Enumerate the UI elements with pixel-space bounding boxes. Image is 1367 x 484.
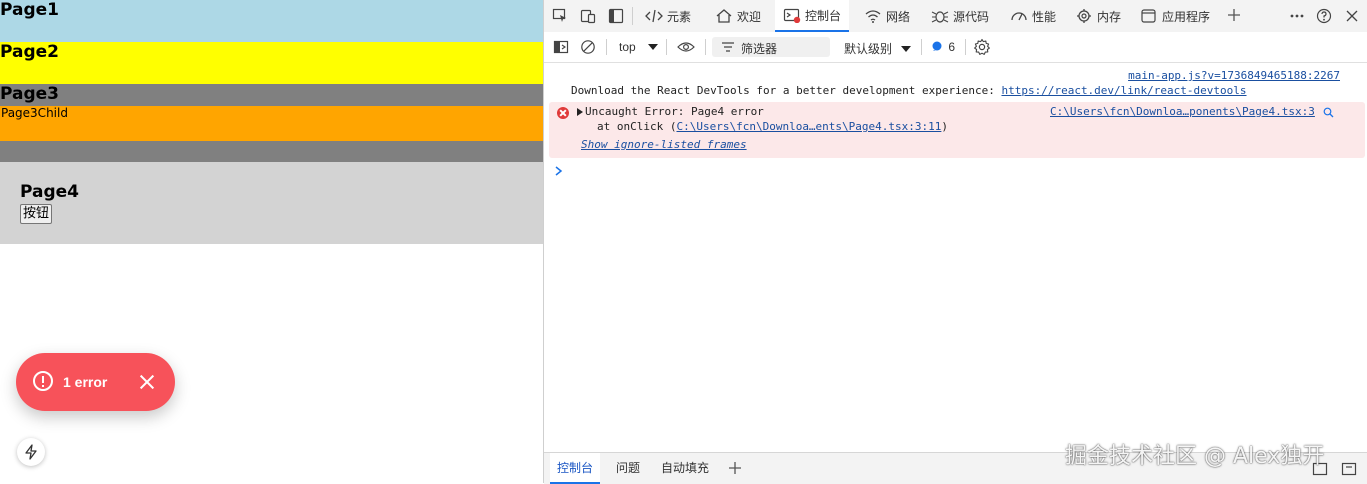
dock-side-icon[interactable] [608, 8, 624, 24]
console-message-error: Uncaught Error: Page4 error C:\Users\fcn… [549, 102, 1365, 158]
tab-performance[interactable]: 性能 [1010, 0, 1056, 32]
tab-label: 内存 [1097, 9, 1122, 24]
drawer-tab-console[interactable]: 控制台 [550, 453, 600, 484]
watermark: 掘金技术社区 @ Alex独开 [1065, 444, 1325, 469]
tab-application[interactable]: 应用程序 [1140, 0, 1210, 32]
message-text: Download the React DevTools for a better… [571, 84, 1002, 97]
page4-title: Page4 [20, 182, 80, 202]
tab-welcome[interactable]: 欢迎 [715, 0, 761, 32]
error-message: Uncaught Error: Page4 error [585, 105, 764, 118]
live-expression-eye-icon[interactable] [677, 39, 695, 55]
message-bubble-icon [932, 41, 942, 51]
divider [921, 39, 922, 55]
drawer-tab-autofill[interactable]: 自动填充 [661, 453, 709, 484]
stack-frame-link[interactable]: C:\Users\fcn\Downloa…ents\Page4.tsx:3:11 [676, 120, 941, 133]
close-drawer-icon[interactable] [1341, 461, 1357, 477]
page4-section: Page4 按钮 [0, 162, 543, 244]
stack-prefix: at onClick ( [597, 120, 677, 133]
show-ignored-frames-link[interactable]: Show ignore-listed frames [581, 138, 747, 151]
devtools-tabbar: 元素 欢迎 控制台 网络 源代码 性能 内存 应用程序 [544, 0, 1367, 33]
page3child-title: Page3Child [1, 106, 68, 120]
error-count-label: 1 error [63, 374, 108, 390]
lightning-icon [25, 444, 37, 460]
clear-console-icon[interactable] [580, 39, 596, 55]
app-viewport: Page1 Page2 Page3 Page3Child Page4 按钮 1 … [0, 0, 543, 483]
tab-sources[interactable]: 源代码 [931, 0, 989, 32]
bug-icon [931, 11, 949, 23]
tab-network[interactable]: 网络 [864, 0, 910, 32]
tab-label: 网络 [886, 9, 911, 24]
context-selector[interactable]: top [619, 40, 659, 54]
close-icon[interactable] [1344, 8, 1360, 24]
message-source-link[interactable]: main-app.js?v=1736849465188:2267 [1128, 69, 1340, 82]
devtools-panel: 元素 欢迎 控制台 网络 源代码 性能 内存 应用程序 top 筛选器 默认级别… [543, 0, 1367, 484]
page3-title: Page3 [0, 84, 60, 104]
page1-section: Page1 [0, 0, 543, 42]
caret-down-icon [648, 44, 659, 50]
divider [666, 39, 667, 55]
divider [965, 39, 966, 55]
error-icon [557, 107, 569, 119]
tab-elements[interactable]: 元素 [645, 0, 691, 32]
filter-icon [722, 42, 734, 52]
plus-icon[interactable] [1226, 7, 1242, 23]
tab-label: 性能 [1032, 9, 1057, 24]
stack-suffix: ) [941, 120, 949, 133]
chip-icon [1077, 9, 1091, 23]
app-window-icon [1141, 9, 1156, 23]
console-output: main-app.js?v=1736849465188:2267 Downloa… [544, 62, 1367, 452]
plus-icon[interactable] [728, 461, 742, 475]
react-devtools-link[interactable]: https://react.dev/link/react-devtools [1001, 84, 1246, 97]
page2-title: Page2 [0, 42, 60, 62]
search-icon[interactable] [1323, 107, 1334, 118]
tab-label: 源代码 [953, 9, 990, 24]
more-icon[interactable] [1289, 8, 1305, 24]
console-message-info: main-app.js?v=1736849465188:2267 Downloa… [544, 68, 1367, 104]
divider [606, 39, 607, 55]
wifi-icon [865, 10, 881, 23]
message-count: 6 [948, 40, 956, 54]
device-toolbar-icon[interactable] [580, 8, 596, 24]
filter-input[interactable]: 筛选器 [712, 37, 830, 57]
error-source-link[interactable]: C:\Users\fcn\Downloa…ponents\Page4.tsx:3 [1050, 105, 1315, 118]
page1-title: Page1 [0, 0, 60, 20]
gauge-icon [1011, 12, 1027, 21]
divider [705, 39, 706, 55]
tab-label: 元素 [667, 9, 692, 24]
code-icon [645, 9, 663, 23]
home-icon [716, 9, 732, 23]
log-level-label: 默认级别 [844, 42, 893, 56]
page2-section: Page2 [0, 42, 543, 84]
error-toast[interactable]: 1 error [16, 353, 175, 411]
tab-label: 应用程序 [1162, 9, 1211, 24]
tab-console[interactable]: 控制台 [775, 0, 850, 32]
caret-down-icon [901, 46, 912, 52]
log-level-dropdown[interactable]: 默认级别 [844, 40, 912, 57]
filter-placeholder: 筛选器 [741, 42, 778, 56]
gear-icon[interactable] [973, 38, 991, 56]
dev-indicator-button[interactable] [17, 438, 45, 466]
expand-triangle-icon[interactable] [576, 108, 584, 116]
console-icon [783, 8, 801, 23]
console-prompt-icon[interactable] [555, 166, 563, 176]
console-toolbar: top 筛选器 默认级别 6 [544, 32, 1367, 63]
inspect-icon[interactable] [552, 8, 568, 24]
page4-button[interactable]: 按钮 [20, 204, 53, 224]
tab-memory[interactable]: 内存 [1075, 0, 1121, 32]
close-icon[interactable] [139, 374, 155, 390]
context-label: top [619, 40, 636, 54]
sidebar-toggle-icon[interactable] [553, 39, 569, 55]
drawer-tab-issues[interactable]: 问题 [616, 453, 640, 484]
help-icon[interactable] [1316, 8, 1332, 24]
tab-label: 欢迎 [737, 9, 762, 24]
message-count-badge[interactable]: 6 [932, 40, 955, 54]
page3child-section: Page3Child [0, 106, 543, 141]
divider [632, 7, 633, 25]
page3-section: Page3 Page3Child [0, 84, 543, 162]
tab-label: 控制台 [805, 8, 842, 23]
alert-circle-icon [33, 371, 53, 391]
